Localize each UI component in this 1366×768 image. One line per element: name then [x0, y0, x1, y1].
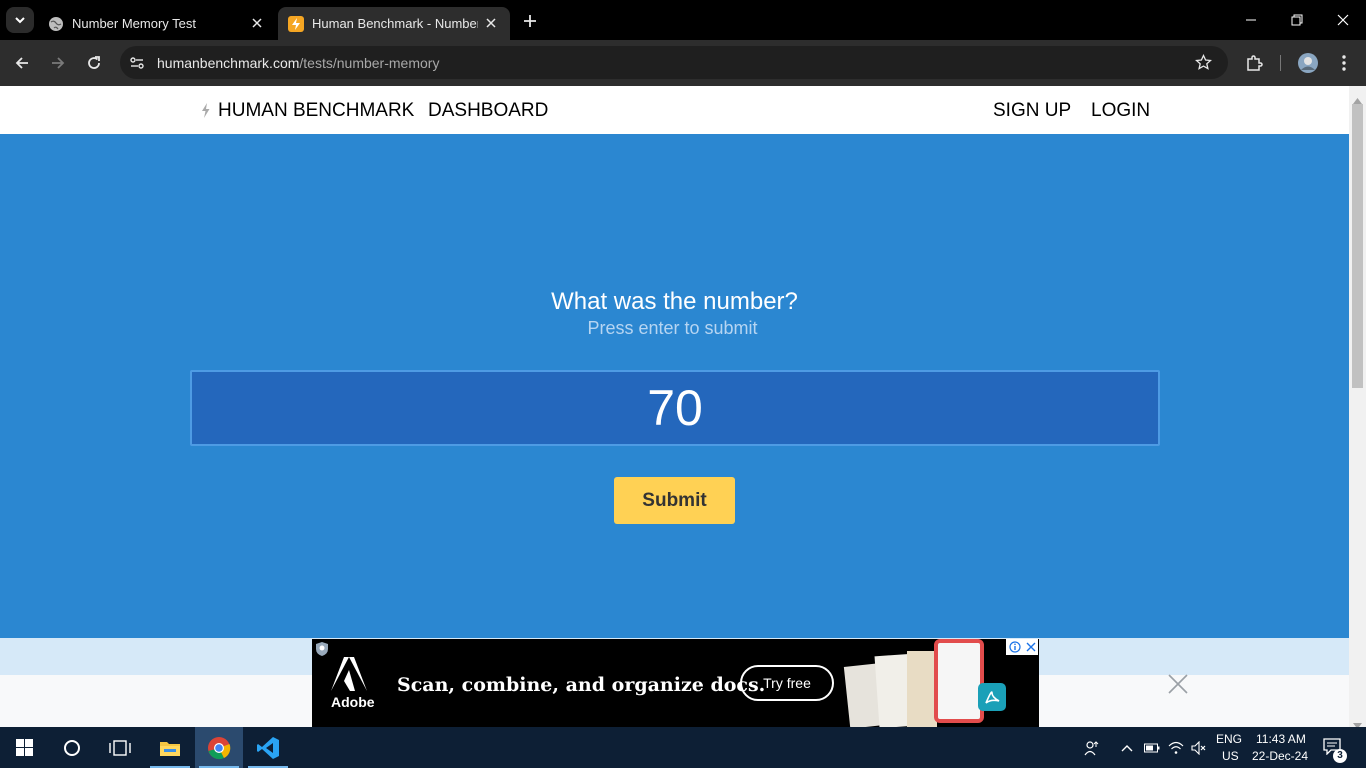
- folder-icon: [160, 741, 180, 756]
- new-tab-button[interactable]: [518, 10, 542, 32]
- info-icon: [1008, 641, 1021, 653]
- ad-phone-image: [934, 639, 984, 723]
- globe-icon: [49, 16, 63, 31]
- url-domain: humanbenchmark.com: [157, 55, 300, 71]
- avatar: [1298, 53, 1318, 73]
- tab-number-memory-test[interactable]: Number Memory Test: [38, 7, 276, 40]
- close-icon: [1026, 642, 1035, 652]
- tab-title: Number Memory Test: [72, 16, 197, 31]
- people-icon[interactable]: [1083, 739, 1101, 757]
- clock-time[interactable]: 11:43 AM: [1256, 732, 1306, 746]
- reload-button[interactable]: [80, 49, 108, 77]
- chevron-down-icon: [15, 17, 25, 24]
- lightning-icon: [288, 15, 304, 32]
- close-icon[interactable]: [248, 14, 266, 32]
- browser-tab-strip: Number Memory Test Human Benchmark - Num…: [0, 0, 1366, 40]
- adobe-logo-icon: [331, 657, 367, 696]
- clock-date[interactable]: 22-Dec-24: [1252, 749, 1308, 763]
- browser-toolbar: humanbenchmark.com/tests/number-memory: [0, 40, 1366, 86]
- task-view-button[interactable]: [96, 727, 144, 768]
- wifi-icon[interactable]: [1167, 739, 1185, 757]
- chrome-icon: [208, 736, 231, 759]
- close-icon[interactable]: [482, 14, 500, 32]
- minimize-button[interactable]: [1228, 6, 1274, 34]
- ad-dismiss-close-icon[interactable]: [1166, 672, 1190, 696]
- submit-hint: Press enter to submit: [587, 318, 758, 338]
- bookmark-star-icon[interactable]: [1194, 53, 1213, 76]
- forward-button[interactable]: [44, 49, 72, 77]
- arrow-right-icon: [52, 57, 65, 69]
- reload-icon: [88, 56, 100, 69]
- page-scrollbar[interactable]: [1349, 86, 1366, 729]
- brand-link[interactable]: HUMAN BENCHMARK: [218, 100, 414, 122]
- url-text: humanbenchmark.com/tests/number-memory: [157, 55, 439, 71]
- browser-menu-button[interactable]: [1330, 49, 1358, 77]
- arrow-left-icon: [15, 57, 28, 69]
- extensions-button[interactable]: [1240, 49, 1268, 77]
- close-icon: [1337, 14, 1349, 26]
- ad-try-free-button[interactable]: Try free: [740, 665, 834, 701]
- ad-shield-icon: [315, 641, 329, 662]
- address-bar[interactable]: humanbenchmark.com/tests/number-memory: [120, 46, 1228, 79]
- battery-icon[interactable]: [1143, 739, 1161, 757]
- question-heading: What was the number?: [551, 288, 798, 315]
- windows-logo-icon: [15, 739, 33, 756]
- notification-count-badge: 3: [1333, 749, 1347, 763]
- chrome-taskbar-button[interactable]: [195, 727, 243, 768]
- profile-button[interactable]: [1294, 49, 1322, 77]
- file-explorer-button[interactable]: [146, 727, 194, 768]
- volume-muted-icon[interactable]: [1190, 739, 1208, 757]
- site-navbar: HUMAN BENCHMARK DASHBOARD SIGN UP LOGIN: [0, 86, 1349, 134]
- tab-search-button[interactable]: [6, 7, 34, 33]
- ad-banner[interactable]: Adobe Scan, combine, and organize docs. …: [312, 639, 1039, 727]
- page-content: HUMAN BENCHMARK DASHBOARD SIGN UP LOGIN …: [0, 86, 1349, 727]
- tab-title: Human Benchmark - Number Memory: [312, 16, 478, 31]
- login-link[interactable]: LOGIN: [1091, 100, 1150, 122]
- url-path: /tests/number-memory: [299, 55, 440, 71]
- back-button[interactable]: [8, 49, 36, 77]
- plus-icon: [524, 15, 536, 27]
- input-language[interactable]: ENG: [1216, 732, 1242, 746]
- windows-taskbar: ENG US 11:43 AM 22-Dec-24 3: [0, 727, 1366, 768]
- restore-button[interactable]: [1274, 6, 1320, 34]
- input-region[interactable]: US: [1222, 749, 1239, 763]
- lightning-logo-icon: [201, 103, 210, 123]
- window-close-button[interactable]: [1320, 6, 1366, 34]
- site-info-icon[interactable]: [129, 55, 145, 76]
- answer-input[interactable]: 70: [190, 370, 1160, 446]
- ad-brand: Adobe: [331, 694, 375, 710]
- minimize-icon: [1246, 19, 1256, 21]
- restore-icon: [1291, 14, 1303, 26]
- vscode-taskbar-button[interactable]: [244, 727, 292, 768]
- acrobat-icon: [978, 683, 1006, 716]
- dashboard-link[interactable]: DASHBOARD: [428, 100, 548, 122]
- chevron-up-icon[interactable]: [1118, 739, 1136, 757]
- cortana-circle-icon: [64, 739, 80, 756]
- ad-headline: Scan, combine, and organize docs.: [397, 674, 766, 696]
- task-view-icon: [109, 739, 131, 756]
- scrollbar-thumb[interactable]: [1352, 104, 1363, 388]
- submit-button[interactable]: Submit: [614, 477, 735, 524]
- ad-choices[interactable]: [1006, 639, 1038, 655]
- more-vert-icon: [1342, 55, 1346, 71]
- vscode-icon: [257, 736, 279, 759]
- signup-link[interactable]: SIGN UP: [993, 100, 1071, 122]
- search-button[interactable]: [48, 727, 96, 768]
- toolbar-divider: [1280, 55, 1281, 71]
- ad-document-image: [907, 651, 937, 727]
- puzzle-icon: [1247, 55, 1263, 71]
- start-button[interactable]: [0, 727, 48, 768]
- tab-human-benchmark[interactable]: Human Benchmark - Number Memory: [278, 7, 510, 40]
